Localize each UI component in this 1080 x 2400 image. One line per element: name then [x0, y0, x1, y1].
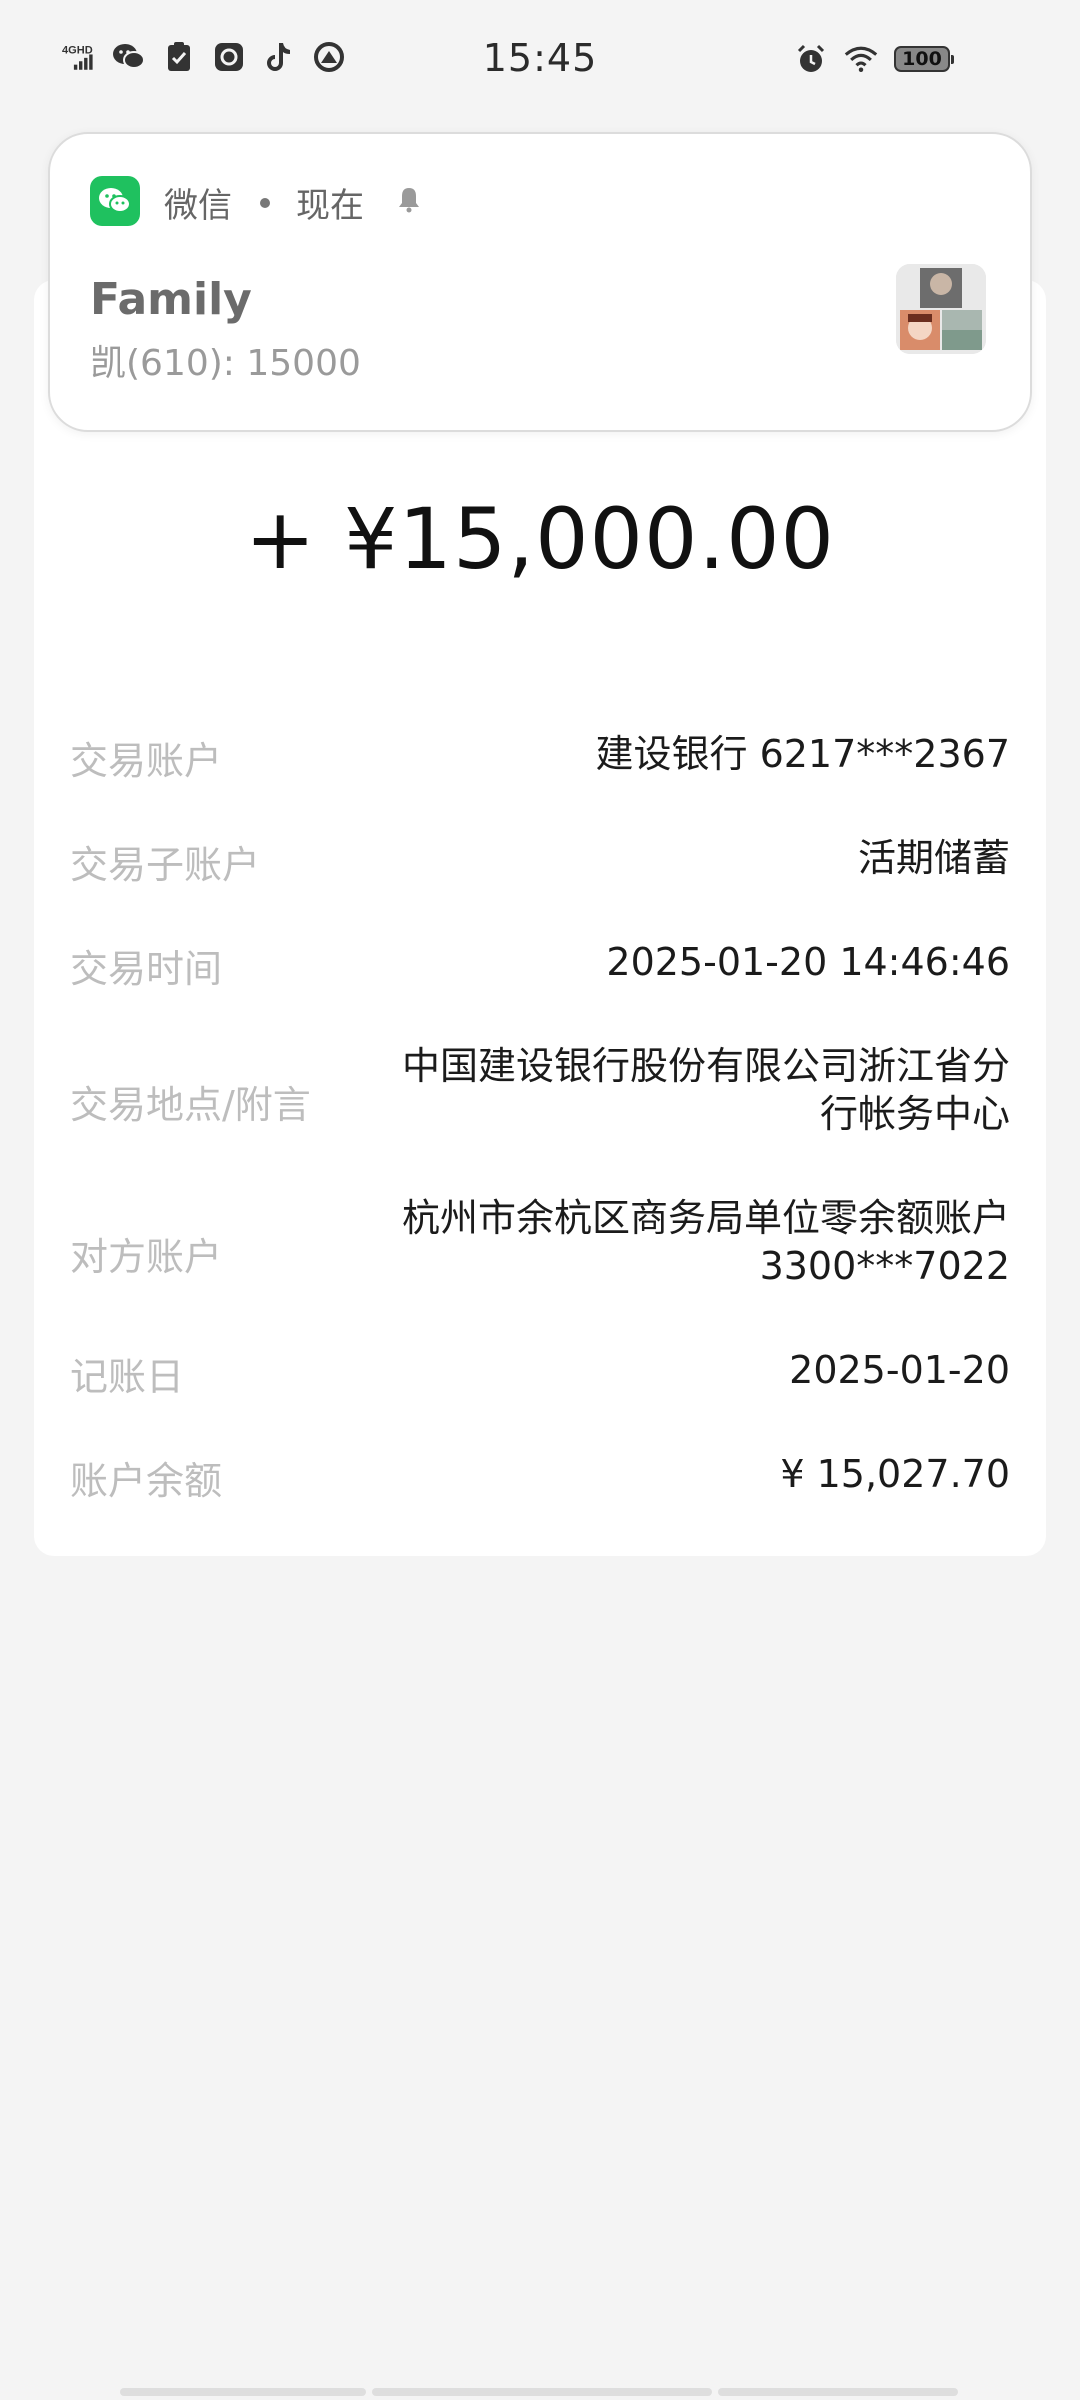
- row-label: 交易时间: [70, 947, 223, 991]
- notification-title: Family: [90, 274, 252, 325]
- row-value: 2025-01-20: [789, 1348, 1010, 1392]
- row-label: 交易账户: [70, 739, 223, 783]
- status-bar: 4GHD 15:45 100: [0, 0, 1080, 126]
- status-right-icons: 100: [794, 42, 954, 76]
- separator-dot: [260, 198, 270, 208]
- row-value-line: 行帐务中心: [819, 1092, 1010, 1136]
- row-label: 记账日: [70, 1355, 185, 1399]
- notification-time: 现在: [296, 186, 364, 226]
- row-counterparty-account: 对方账户 杭州市余杭区商务局单位零余额账户 3300***7022: [70, 1194, 1010, 1304]
- row-value-line: 杭州市余杭区商务局单位零余额账户: [401, 1196, 1010, 1240]
- row-value-line: 3300***7022: [759, 1244, 1010, 1288]
- row-value: 2025-01-20 14:46:46: [606, 940, 1010, 984]
- row-value: 建设银行 6217***2367: [595, 732, 1011, 776]
- row-label: 交易地点/附言: [70, 1083, 311, 1127]
- bell-icon: [394, 184, 424, 214]
- row-value: 中国建设银行股份有限公司浙江省分 行帐务中心: [402, 1042, 1010, 1138]
- group-avatar: [896, 264, 986, 354]
- row-value: 杭州市余杭区商务局单位零余额账户 3300***7022: [402, 1194, 1010, 1290]
- notification-text: 凯(610): 15000: [90, 343, 361, 384]
- wechat-app-icon: [90, 176, 140, 226]
- alarm-icon: [794, 42, 828, 76]
- wechat-notification[interactable]: 微信 现在 Family 凯(610): 15000: [48, 132, 1032, 432]
- row-value-line: 中国建设银行股份有限公司浙江省分: [401, 1044, 1010, 1088]
- row-label: 账户余额: [70, 1459, 223, 1503]
- gesture-segment: [372, 2388, 712, 2396]
- row-transaction-location: 交易地点/附言 中国建设银行股份有限公司浙江省分 行帐务中心: [70, 1042, 1010, 1152]
- gesture-segment: [120, 2388, 366, 2396]
- row-label: 交易子账户: [70, 843, 261, 887]
- gesture-bar[interactable]: [120, 2388, 960, 2396]
- transaction-detail-card: + ¥15,000.00 交易账户 建设银行 6217***2367 交易子账户…: [34, 280, 1046, 1556]
- row-value: ¥ 15,027.70: [780, 1452, 1010, 1496]
- row-label: 对方账户: [70, 1235, 223, 1279]
- gesture-segment: [718, 2388, 958, 2396]
- notification-app-name: 微信: [164, 186, 232, 226]
- transaction-amount: + ¥15,000.00: [244, 490, 836, 588]
- battery-icon: 100: [894, 46, 954, 72]
- wifi-icon: [844, 42, 878, 76]
- row-value: 活期储蓄: [857, 836, 1010, 880]
